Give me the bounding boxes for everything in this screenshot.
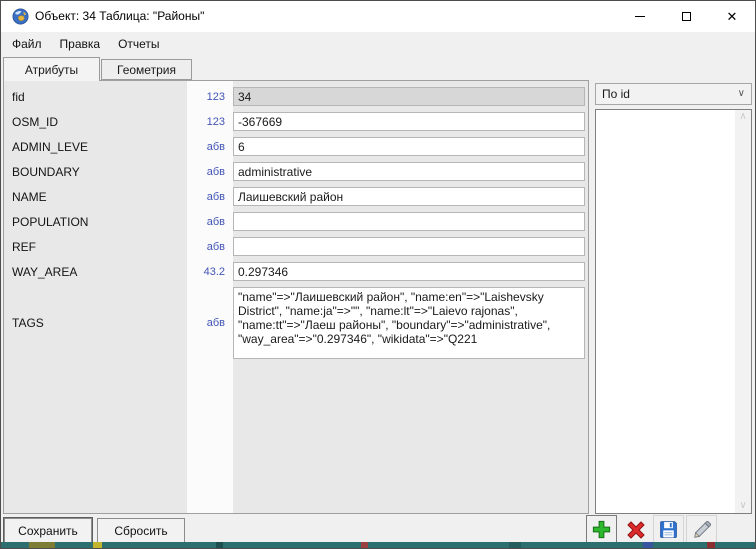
window-title: Объект: 34 Таблица: "Районы" [35,9,204,23]
field-type-icon: абв [187,241,233,253]
chevron-down-icon: ∨ [738,89,745,99]
menu-reports[interactable]: Отчеты [109,33,168,55]
scroll-up-icon: ∧ [739,112,746,122]
attribute-rows: fid 123 OSM_ID 123 ADMIN_LEVE абв BOUNDA… [4,81,588,362]
red-x-icon [624,518,648,542]
add-record-button[interactable] [586,515,617,544]
field-type-icon: абв [187,317,233,329]
tab-attributes-label: Атрибуты [25,63,78,77]
plus-icon [590,518,613,541]
fid-input[interactable] [233,87,585,106]
field-type-icon: абв [187,141,233,153]
field-label: BOUNDARY [4,165,187,179]
field-label: OSM_ID [4,115,187,129]
attributes-panel: fid 123 OSM_ID 123 ADMIN_LEVE абв BOUNDA… [3,80,589,514]
attribute-row: BOUNDARY абв [4,159,588,184]
tab-attributes[interactable]: Атрибуты [3,57,100,81]
field-label: fid [4,90,187,104]
attribute-row: WAY_AREA 43.2 [4,259,588,284]
menu-file[interactable]: Файл [3,33,51,55]
order-by-value: По id [602,87,738,101]
ref-input[interactable] [233,237,585,256]
osm_id-input[interactable] [233,112,585,131]
admin_leve-input[interactable] [233,137,585,156]
field-type-icon: 43.2 [187,266,233,278]
attribute-row: NAME абв [4,184,588,209]
tab-geometry[interactable]: Геометрия [101,59,192,80]
delete-record-button[interactable] [620,515,651,544]
attribute-row: fid 123 [4,84,588,109]
boundary-input[interactable] [233,162,585,181]
field-label: WAY_AREA [4,265,187,279]
field-label: NAME [4,190,187,204]
close-icon: ✕ [727,10,738,23]
record-listbox[interactable]: ∧ ∨ [595,109,752,514]
globe-icon [12,8,29,25]
menu-bar: Файл Правка Отчеты [1,32,755,56]
edit-record-button[interactable] [686,515,717,544]
field-type-icon: абв [187,166,233,178]
maximize-button[interactable] [663,1,709,32]
desktop-strip [1,542,755,548]
minimize-icon [635,16,645,17]
attribute-row: REF абв [4,234,588,259]
population-input[interactable] [233,212,585,231]
floppy-disk-icon [658,519,679,540]
menu-edit[interactable]: Правка [51,33,110,55]
tags-textarea[interactable]: "name"=>"Лаишевский район", "name:en"=>"… [233,287,585,359]
pencil-icon [691,519,713,541]
attribute-row: OSM_ID 123 [4,109,588,134]
field-label: TAGS [4,316,187,330]
field-type-icon: абв [187,216,233,228]
name-input[interactable] [233,187,585,206]
minimize-button[interactable] [617,1,663,32]
save-record-button[interactable] [653,515,684,544]
save-button[interactable]: Сохранить [4,518,92,543]
field-type-icon: абв [187,191,233,203]
scroll-down-icon: ∨ [739,501,746,511]
order-by-select[interactable]: По id ∨ [595,83,752,105]
field-type-icon: 123 [187,116,233,128]
maximize-icon [682,12,691,21]
attribute-row: TAGS абв "name"=>"Лаишевский район", "na… [4,284,588,362]
title-bar: Объект: 34 Таблица: "Районы" ✕ [1,1,755,32]
reset-button[interactable]: Сбросить [97,518,185,543]
listbox-scrollbar[interactable]: ∧ ∨ [735,110,751,513]
attribute-row: POPULATION абв [4,209,588,234]
field-label: ADMIN_LEVE [4,140,187,154]
way_area-input[interactable] [233,262,585,281]
attribute-row: ADMIN_LEVE абв [4,134,588,159]
tab-geometry-label: Геометрия [117,63,176,77]
app-window: Объект: 34 Таблица: "Районы" ✕ Файл Прав… [0,0,756,549]
field-type-icon: 123 [187,91,233,103]
field-label: POPULATION [4,215,187,229]
close-button[interactable]: ✕ [709,1,755,32]
field-label: REF [4,240,187,254]
